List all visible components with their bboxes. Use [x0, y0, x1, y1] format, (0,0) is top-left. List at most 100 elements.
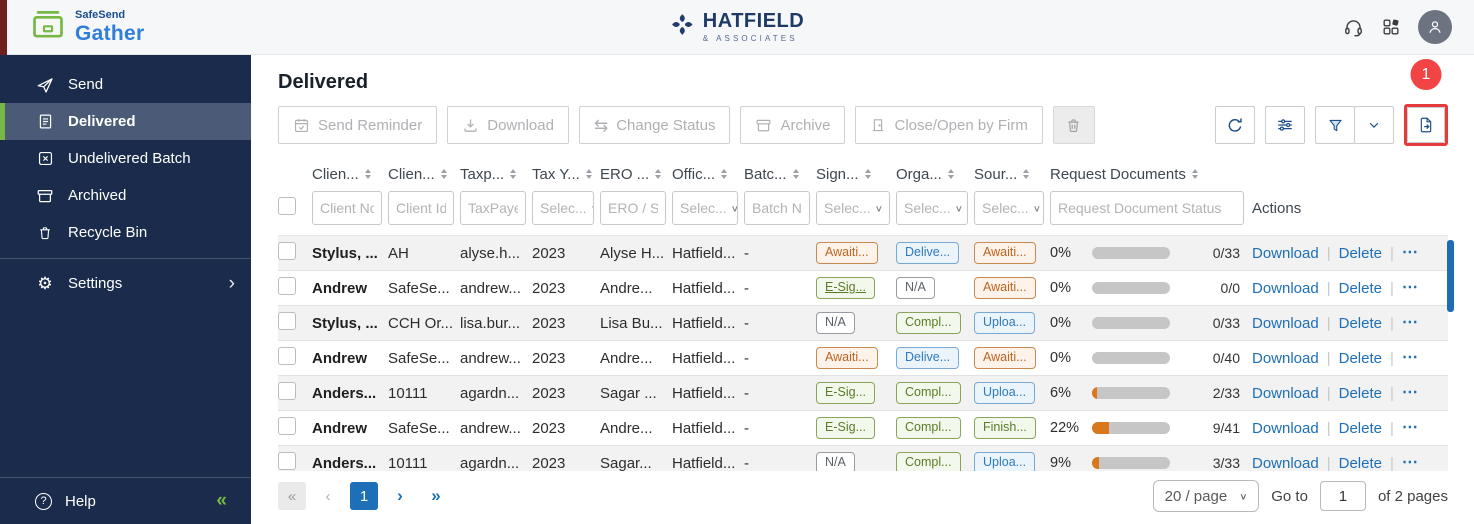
delete-link[interactable]: Delete	[1339, 455, 1382, 472]
chevron-down-icon[interactable]	[1354, 106, 1394, 144]
delete-link[interactable]: Delete	[1339, 420, 1382, 437]
batch-cell: -	[744, 384, 749, 402]
sidebar-item-send[interactable]: Send	[0, 66, 251, 103]
download-button[interactable]: Download	[447, 106, 569, 144]
more-actions-icon[interactable]: ⋯	[1402, 420, 1419, 436]
column-header-client-id[interactable]: Clien...	[388, 166, 460, 183]
document-count: 2/33	[1212, 385, 1240, 401]
request-documents-cell: 6% 2/33	[1050, 385, 1250, 401]
headset-icon[interactable]	[1343, 17, 1364, 38]
collapse-sidebar-icon[interactable]: «	[216, 490, 227, 512]
status-badge[interactable]: E-Sig...	[816, 276, 875, 300]
more-actions-icon[interactable]: ⋯	[1402, 455, 1419, 471]
status-badge: Compl...	[896, 381, 961, 405]
sidebar-item-recycle-bin[interactable]: Recycle Bin	[0, 214, 251, 251]
delete-link[interactable]: Delete	[1339, 385, 1382, 402]
sidebar-item-undelivered-batch[interactable]: Undelivered Batch	[0, 140, 251, 177]
request-documents-filter-input[interactable]	[1050, 191, 1244, 225]
progress-percent: 0%	[1050, 315, 1071, 331]
column-header-taxpayer[interactable]: Taxp...	[460, 166, 532, 183]
filter-icon[interactable]	[1315, 106, 1355, 144]
delete-link[interactable]: Delete	[1339, 280, 1382, 297]
row-checkbox[interactable]	[278, 382, 296, 400]
column-header-client-name[interactable]: Clien...	[312, 166, 388, 183]
more-actions-icon[interactable]: ⋯	[1402, 245, 1419, 261]
column-header-signature-status[interactable]: Sign...	[816, 166, 896, 183]
ero-signer-filter-input[interactable]	[600, 191, 666, 225]
download-link[interactable]: Download	[1252, 315, 1319, 332]
column-header-organizer-status[interactable]: Orga...	[896, 166, 974, 183]
goto-page-input[interactable]	[1319, 481, 1366, 511]
taxpayer-filter-input[interactable]	[460, 191, 526, 225]
more-actions-icon[interactable]: ⋯	[1402, 280, 1419, 296]
tax-year-filter-select[interactable]: Selec...∨	[532, 191, 594, 225]
firm-logo: HATFIELD & ASSOCIATES	[670, 11, 804, 43]
ero-cell: Andre...	[600, 349, 653, 367]
row-checkbox[interactable]	[278, 277, 296, 295]
vertical-scrollbar[interactable]	[1447, 240, 1454, 312]
close-open-by-firm-button[interactable]: Close/Open by Firm	[855, 106, 1043, 144]
more-actions-icon[interactable]: ⋯	[1402, 350, 1419, 366]
next-page-button[interactable]: ›	[386, 482, 414, 510]
change-status-button[interactable]: ⇆ Change Status	[578, 106, 731, 144]
sidebar-item-delivered[interactable]: Delivered	[0, 103, 251, 140]
column-header-request-documents[interactable]: Request Documents	[1050, 166, 1250, 183]
status-badge: Uploa...	[974, 311, 1036, 335]
column-header-ero-signer[interactable]: ERO ...	[600, 166, 672, 183]
column-header-tax-year[interactable]: Tax Y...	[532, 166, 600, 183]
select-all-checkbox[interactable]	[278, 196, 296, 215]
help-label[interactable]: Help	[65, 493, 96, 510]
row-checkbox[interactable]	[278, 242, 296, 260]
download-link[interactable]: Download	[1252, 280, 1319, 297]
row-checkbox[interactable]	[278, 417, 296, 435]
request-documents-cell: 0% 0/0	[1050, 280, 1250, 296]
download-link[interactable]: Download	[1252, 455, 1319, 472]
delete-link[interactable]: Delete	[1339, 315, 1382, 332]
pagination: « ‹ 1 › » 20 / page ∨ Go to of 2 pages	[278, 480, 1448, 512]
user-avatar[interactable]	[1418, 10, 1452, 44]
more-actions-icon[interactable]: ⋯	[1402, 385, 1419, 401]
client-id-filter-input[interactable]	[388, 191, 454, 225]
last-page-button[interactable]: »	[422, 482, 450, 510]
sidebar-item-label: Undelivered Batch	[68, 150, 191, 167]
signature-status-filter-select[interactable]: Selec... ∨	[816, 191, 890, 225]
prev-page-button[interactable]: ‹	[314, 482, 342, 510]
download-link[interactable]: Download	[1252, 385, 1319, 402]
organizer-status-filter-select[interactable]: Selec... ∨	[896, 191, 968, 225]
more-actions-icon[interactable]: ⋯	[1402, 315, 1419, 331]
send-reminder-button[interactable]: Send Reminder	[278, 106, 438, 144]
first-page-button[interactable]: «	[278, 482, 306, 510]
batch-name-filter-input[interactable]	[744, 191, 810, 225]
column-options-icon[interactable]	[1265, 106, 1305, 144]
client-name-cell: Andrew	[312, 279, 368, 297]
row-checkbox[interactable]	[278, 452, 296, 470]
archive-button[interactable]: Archive	[740, 106, 846, 144]
delete-link[interactable]: Delete	[1339, 350, 1382, 367]
page-size-select[interactable]: 20 / page ∨	[1152, 480, 1260, 512]
column-header-office-location[interactable]: Offic...	[672, 166, 744, 183]
sidebar-item-settings[interactable]: ⚙ Settings ›	[0, 258, 251, 302]
row-checkbox[interactable]	[278, 312, 296, 330]
column-header-source-doc-status[interactable]: Sour...	[974, 166, 1050, 183]
column-header-batch-name[interactable]: Batc...	[744, 166, 816, 183]
office-location-filter-select[interactable]: Selec... ∨	[672, 191, 738, 225]
download-link[interactable]: Download	[1252, 350, 1319, 367]
table-filter-row: Selec...∨Selec...∨Selec...∨Selec...∨Sele…	[278, 188, 1448, 228]
current-page-button[interactable]: 1	[350, 482, 378, 510]
delete-link[interactable]: Delete	[1339, 245, 1382, 262]
export-icon[interactable]	[1407, 107, 1445, 143]
ero-cell: Lisa Bu...	[600, 314, 663, 332]
row-checkbox[interactable]	[278, 347, 296, 365]
refresh-icon[interactable]	[1215, 106, 1255, 144]
safesend-gather-logo[interactable]: SafeSend Gather	[30, 9, 145, 45]
actions-column-header: Actions	[1252, 199, 1302, 217]
client-name-filter-input[interactable]	[312, 191, 382, 225]
sidebar-nav: Send Delivered Undelivered Batch Archived Re…	[0, 55, 251, 302]
download-link[interactable]: Download	[1252, 245, 1319, 262]
apps-grid-icon[interactable]	[1381, 17, 1401, 37]
delete-selected-button[interactable]	[1052, 106, 1095, 144]
source-doc-status-filter-select[interactable]: Selec... ∨	[974, 191, 1044, 225]
table-row: Anders... 10111 agardn... 2023 Sagar... Hatfi…	[278, 446, 1448, 471]
sidebar-item-archived[interactable]: Archived	[0, 177, 251, 214]
download-link[interactable]: Download	[1252, 420, 1319, 437]
